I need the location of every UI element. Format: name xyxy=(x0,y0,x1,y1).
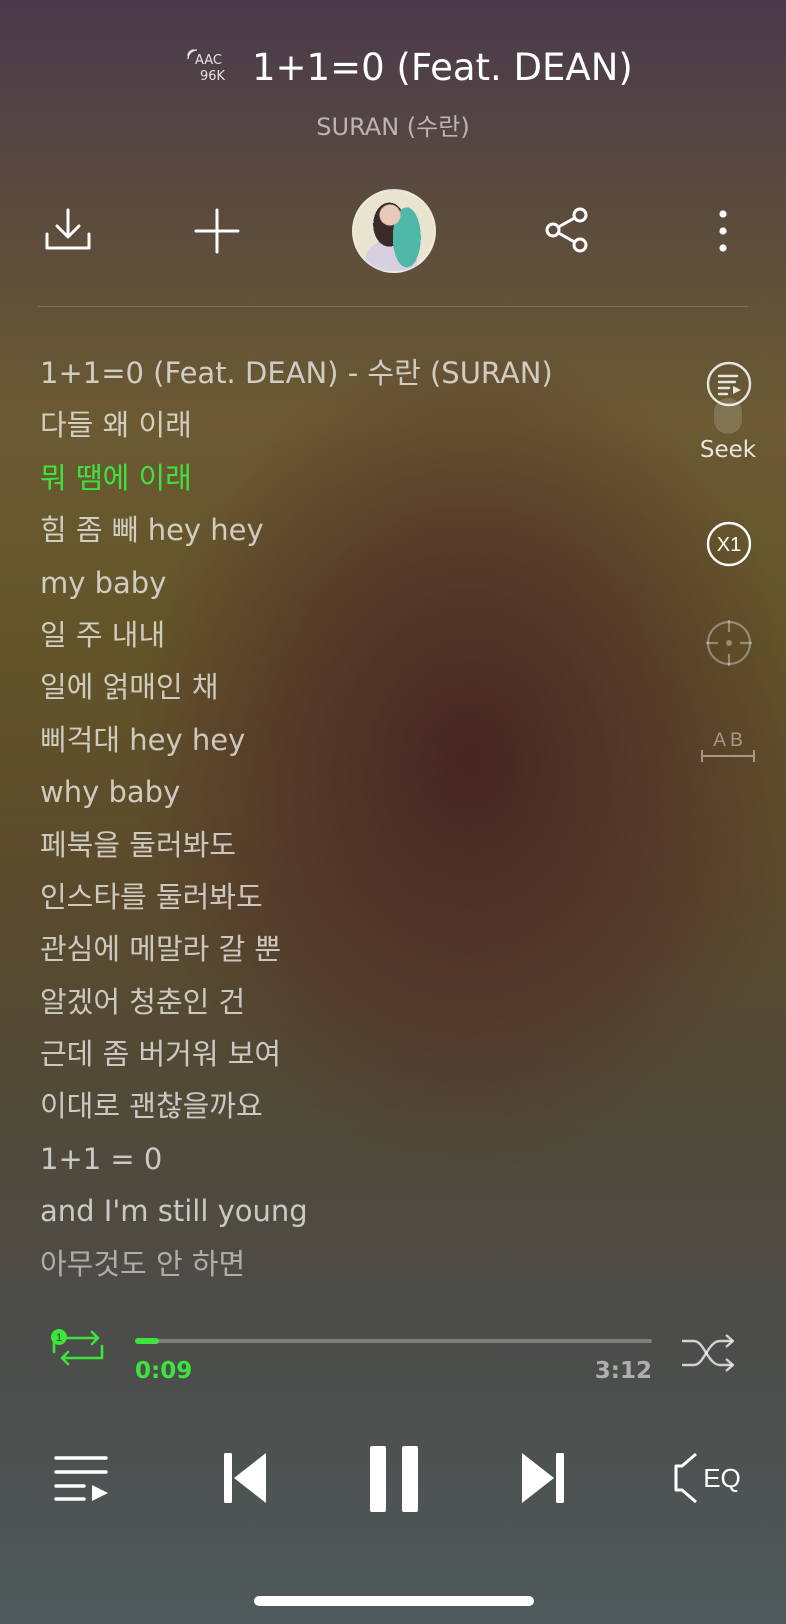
ab-repeat-button[interactable]: A B xyxy=(698,726,758,766)
lyric-line[interactable]: my baby xyxy=(40,557,660,609)
pause-icon xyxy=(370,1446,418,1512)
audio-quality-badge: AAC 96K xyxy=(186,44,238,86)
share-button[interactable] xyxy=(541,204,593,256)
lyric-line[interactable]: 알겠어 청춘인 건 xyxy=(40,976,660,1028)
lyric-line[interactable]: 삐걱대 hey hey xyxy=(40,714,660,766)
next-icon xyxy=(522,1453,564,1503)
lyric-line[interactable]: 일에 얽매인 채 xyxy=(40,661,660,713)
lyric-line[interactable]: 이대로 괜찮을까요 xyxy=(40,1080,660,1132)
repeat-one-icon: 1 xyxy=(51,1329,104,1366)
home-indicator[interactable] xyxy=(254,1596,534,1606)
speed-icon: X1 xyxy=(706,521,752,567)
previous-icon xyxy=(224,1453,266,1503)
repeat-one-button[interactable]: 1 xyxy=(46,1328,108,1370)
locate-current-lyric-button[interactable] xyxy=(704,618,754,668)
download-button[interactable] xyxy=(40,202,96,258)
previous-track-button[interactable] xyxy=(222,1450,270,1506)
lyric-line-active[interactable]: 뭐 땜에 이래 xyxy=(40,452,660,504)
lyrics-list[interactable]: 1+1=0 (Feat. DEAN) - 수란 (SURAN) 다들 왜 이래 뭐 … xyxy=(40,347,660,1290)
equalizer-button[interactable]: EQ xyxy=(674,1450,748,1506)
pause-button[interactable] xyxy=(364,1443,424,1515)
more-vertical-icon xyxy=(719,210,727,252)
shuffle-button[interactable] xyxy=(680,1333,736,1373)
shuffle-icon xyxy=(682,1334,735,1372)
lyric-line[interactable]: 1+1 = 0 xyxy=(40,1133,660,1185)
album-art-thumbnail[interactable] xyxy=(352,189,436,273)
lyric-line[interactable]: 힘 좀 빼 hey hey xyxy=(40,504,660,556)
playback-speed-button[interactable]: X1 xyxy=(705,520,753,568)
lyric-line[interactable]: 일 주 내내 xyxy=(40,609,660,661)
song-title: 1+1=0 (Feat. DEAN) xyxy=(252,46,633,89)
next-track-button[interactable] xyxy=(518,1450,566,1506)
lyric-line[interactable]: 다들 왜 이래 xyxy=(40,399,660,451)
download-icon xyxy=(45,208,91,250)
lyric-line[interactable]: why baby xyxy=(40,766,660,818)
speaker-eq-icon: EQ xyxy=(674,1452,741,1504)
lyric-line[interactable]: and I'm still young xyxy=(40,1185,660,1237)
lyric-line[interactable]: 관심에 메말라 갈 뿐 xyxy=(40,923,660,975)
lyric-line[interactable]: 아무것도 안 하면 xyxy=(40,1238,660,1290)
playlist-icon xyxy=(54,1456,108,1501)
ab-repeat-icon: A B xyxy=(701,730,755,762)
eq-label: EQ xyxy=(703,1463,741,1493)
elapsed-time: 0:09 xyxy=(135,1358,193,1384)
seek-label: Seek xyxy=(699,437,757,463)
header-divider xyxy=(38,306,748,307)
more-options-button[interactable] xyxy=(708,206,738,256)
playlist-button[interactable] xyxy=(54,1452,110,1504)
lyric-line[interactable]: 1+1=0 (Feat. DEAN) - 수란 (SURAN) xyxy=(40,347,660,399)
artist-name[interactable]: SURAN (수란) xyxy=(0,107,786,142)
lyric-line[interactable]: 페북을 둘러봐도 xyxy=(40,819,660,871)
lyric-line[interactable]: 근데 좀 버거워 보여 xyxy=(40,1028,660,1080)
seek-toggle[interactable] xyxy=(714,398,742,434)
progress-track[interactable] xyxy=(135,1339,652,1343)
progress-fill xyxy=(135,1338,159,1344)
codec-label: AAC xyxy=(195,53,222,68)
lyric-line[interactable]: 인스타를 둘러봐도 xyxy=(40,871,660,923)
repeat-badge: 1 xyxy=(56,1332,62,1344)
total-time: 3:12 xyxy=(594,1358,652,1384)
speed-label: X1 xyxy=(717,534,741,556)
crosshair-icon xyxy=(706,620,752,666)
share-icon xyxy=(545,207,588,253)
ab-label: A B xyxy=(713,730,743,751)
bitrate-label: 96K xyxy=(200,69,226,84)
add-icon xyxy=(194,208,240,254)
add-to-playlist-button[interactable] xyxy=(190,204,244,258)
